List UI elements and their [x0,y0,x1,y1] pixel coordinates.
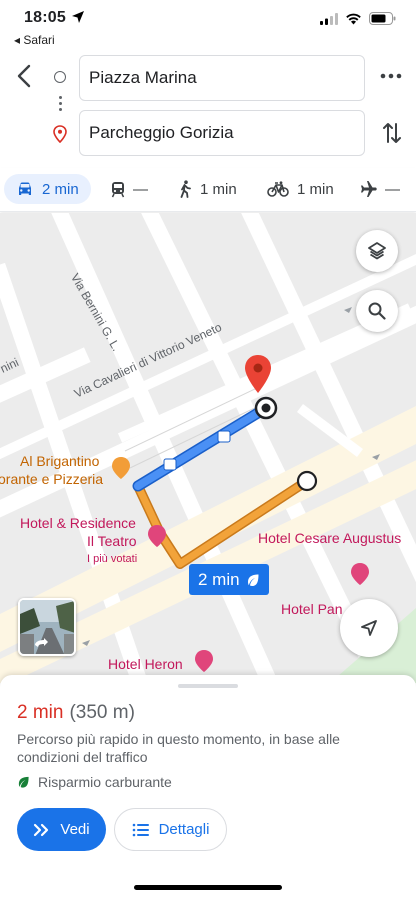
eco-leaf-icon [18,776,29,788]
wifi-icon [346,13,361,24]
walking-person-icon [180,180,191,198]
airplane-icon [361,181,377,197]
list-icon [132,823,149,836]
double-chevron-icon [34,823,49,836]
directions-header: Piazza Marina Parcheggio Gorizia [0,52,416,162]
route-duration: 2 min [17,702,64,723]
cellular-signal-icon [320,12,338,25]
route-dots-icon [59,96,62,114]
route-summary-sheet: 2 min (350 m) Percorso più rapido in ques… [0,675,416,900]
back-arrow-icon[interactable] [12,62,38,90]
map-view[interactable]: Via Bernini G. L. Via Cavalieri di Vitto… [0,213,416,683]
route-distance: (350 m) [69,702,135,723]
fuel-saving-note: Risparmio carburante [17,774,172,790]
preview-route-label: Vedi [60,821,90,838]
location-arrow-icon [72,11,84,23]
tab-transit-label: — [133,180,148,198]
route-description: Percorso più rapido in questo momento, i… [17,731,340,765]
poi-label-al-brigantino-sub[interactable]: orante e Pizzeria [0,471,103,487]
swap-directions-icon[interactable] [380,120,404,146]
more-options-icon[interactable] [378,69,404,83]
street-view-image [20,600,74,654]
route-duration-badge-label: 2 min [198,569,240,589]
tab-drive[interactable]: 2 min [4,174,91,204]
sheet-drag-handle[interactable] [178,684,238,688]
origin-input[interactable]: Piazza Marina [79,55,365,101]
origin-circle-icon [54,71,66,83]
street-view-thumbnail[interactable] [18,598,76,656]
tab-flight-label: — [385,180,400,198]
home-indicator[interactable] [134,885,282,890]
recenter-button[interactable] [340,599,398,657]
destination-input[interactable]: Parcheggio Gorizia [79,110,365,156]
tab-transit[interactable]: — [111,174,148,204]
bicycle-icon [267,181,289,197]
battery-icon [369,12,396,25]
poi-label-al-brigantino[interactable]: Al Brigantino [20,453,99,469]
tab-drive-label: 2 min [42,180,79,198]
search-button[interactable] [356,290,398,332]
status-icons [320,12,396,25]
layers-icon [368,242,386,260]
poi-label-hotel-teatro-2[interactable]: Il Teatro [87,533,137,549]
poi-label-hotel-cesare[interactable]: Hotel Cesare Augustus [258,530,401,546]
search-icon [368,302,386,320]
destination-pin-icon [53,125,67,143]
details-button[interactable]: Dettagli [114,808,227,851]
fuel-saving-label: Risparmio carburante [38,774,172,790]
tab-flight[interactable]: — [359,174,400,204]
tab-walk-label: 1 min [200,180,237,198]
car-icon [19,182,31,195]
layers-button[interactable] [356,230,398,272]
poi-label-top-rated: I più votati [87,553,138,565]
navigation-arrow-icon [361,620,377,636]
tab-bike-label: 1 min [297,180,334,198]
tab-walk[interactable]: 1 min [178,174,237,204]
back-to-app-link[interactable]: ◂ Safari [14,33,55,47]
travel-mode-tabs: 2 min — 1 min 1 min — [0,168,416,212]
poi-label-hotel-teatro[interactable]: Hotel & Residence [20,515,136,531]
tab-bike[interactable]: 1 min [267,174,334,204]
eco-leaf-icon [247,574,259,586]
status-time: 18:05 [24,9,66,26]
route-summary: 2 min (350 m) [17,702,135,724]
poi-label-hotel-pan[interactable]: Hotel Pan [281,601,342,617]
details-label: Dettagli [158,821,210,838]
status-bar: 18:05 ◂ Safari [0,0,416,48]
train-icon [111,181,125,197]
route-duration-badge[interactable]: 2 min [189,564,269,595]
preview-route-button[interactable]: Vedi [17,808,106,851]
poi-label-hotel-heron[interactable]: Hotel Heron [108,656,183,672]
